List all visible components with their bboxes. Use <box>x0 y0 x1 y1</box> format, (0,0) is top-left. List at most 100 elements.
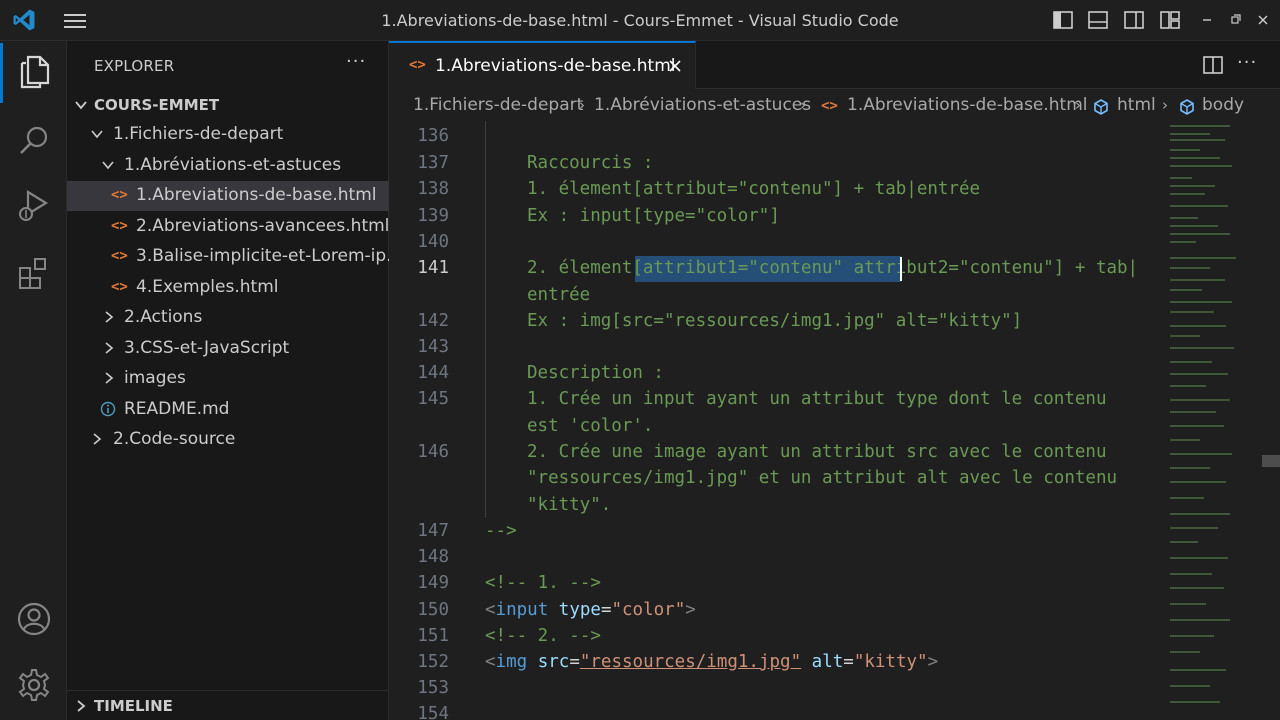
chevron-right-icon: › <box>1075 96 1081 114</box>
breadcrumb-item[interactable]: 1.Fichiers-de-depart <box>413 95 583 115</box>
tree-file-abreviations-de-base[interactable]: <> 1.Abreviations-de-base.html <box>67 181 389 211</box>
minimap[interactable] <box>1164 121 1264 720</box>
tree-folder-code-source[interactable]: 2.Code-source <box>67 425 389 455</box>
line-number: 153 <box>417 678 449 698</box>
extensions-icon <box>18 258 46 289</box>
tree-file-abreviations-avancees[interactable]: <> 2.Abreviations-avancees.html <box>67 212 389 242</box>
split-editor-icon[interactable] <box>1202 55 1224 75</box>
explorer-activity[interactable] <box>0 43 67 103</box>
title-bar: 1.Abreviations-de-base.html - Cours-Emme… <box>0 0 1280 41</box>
tree-item-label: 2.Actions <box>124 307 203 327</box>
line-number: 142 <box>417 311 449 331</box>
explorer-more-actions[interactable]: ··· <box>346 51 366 72</box>
tree-folder-abreviations-et-astuces[interactable]: 1.Abréviations-et-astuces <box>67 151 389 181</box>
tree-file-exemples[interactable]: <> 4.Exemples.html <box>67 273 389 303</box>
toggle-panel-icon[interactable] <box>1087 10 1109 30</box>
code-tag: img <box>495 652 528 672</box>
breadcrumb-item[interactable]: 1.Abréviations-et-astuces <box>594 95 811 115</box>
search-icon <box>19 126 47 154</box>
code-punct: > <box>927 652 939 672</box>
code-line-wrap: "kitty". <box>527 495 612 515</box>
toggle-primary-sidebar-icon[interactable] <box>1052 10 1074 30</box>
code-line: Description : <box>527 363 664 383</box>
line-number: 138 <box>417 179 449 199</box>
line-number: 151 <box>417 626 449 646</box>
line-number: 137 <box>417 153 449 173</box>
code-line: Ex : img[src="ressources/img1.jpg" alt="… <box>527 311 1023 331</box>
code-line-current: 2. élement[attribut1="contenu" attribut2… <box>527 258 1138 278</box>
close-icon[interactable] <box>667 58 683 74</box>
tree-file-balise-implicite[interactable]: <> 3.Balise-implicite-et-Lorem-ip... <box>67 242 389 272</box>
search-activity[interactable] <box>0 111 67 171</box>
info-icon <box>100 401 116 417</box>
html-file-icon: <> <box>821 98 838 114</box>
extensions-activity[interactable] <box>0 244 67 304</box>
tab-abreviations-de-base[interactable]: <> 1.Abreviations-de-base.html <box>389 41 696 89</box>
tree-item-label: 1.Abréviations-et-astuces <box>124 155 342 175</box>
close-window-icon[interactable] <box>1252 10 1274 30</box>
tree-item-label: 1.Abreviations-de-base.html <box>136 185 377 205</box>
timeline-section[interactable]: TIMELINE <box>67 690 389 720</box>
workspace-root-label: COURS-EMMET <box>94 96 220 114</box>
tree-folder-fichiers-de-depart[interactable]: 1.Fichiers-de-depart <box>67 120 389 150</box>
breadcrumb-item[interactable]: html <box>1117 95 1156 115</box>
tree-folder-css-et-javascript[interactable]: 3.CSS-et-JavaScript <box>67 334 389 364</box>
run-debug-icon <box>18 190 48 221</box>
code-punct: = <box>600 600 612 620</box>
files-icon <box>20 55 50 89</box>
chevron-right-icon <box>105 342 114 354</box>
customize-layout-icon[interactable] <box>1159 10 1181 30</box>
run-debug-activity[interactable] <box>0 176 67 236</box>
html-file-icon: <> <box>111 279 128 295</box>
workspace-root[interactable]: COURS-EMMET <box>67 90 389 120</box>
tree-item-label: 4.Exemples.html <box>136 277 279 297</box>
code-string-link[interactable]: "ressources/img1.jpg" <box>580 652 801 672</box>
code-punct: > <box>685 600 696 620</box>
manage-activity[interactable] <box>0 655 67 715</box>
toggle-secondary-sidebar-icon[interactable] <box>1123 10 1145 30</box>
tree-item-label: 3.Balise-implicite-et-Lorem-ip... <box>136 246 389 266</box>
tree-item-label: images <box>124 368 186 388</box>
code-tag: input <box>495 600 549 620</box>
accounts-activity[interactable] <box>0 589 67 649</box>
code-attr: type <box>558 600 601 620</box>
code-line: 1. élement[attribut="contenu"] + tab|ent… <box>527 179 981 199</box>
restore-icon[interactable] <box>1224 10 1246 30</box>
breadcrumb-item[interactable]: body <box>1202 95 1244 115</box>
chevron-right-icon <box>105 311 114 323</box>
scrollbar-thumb[interactable] <box>1262 455 1280 467</box>
code-line: 2. Crée une image ayant un attribut src … <box>527 442 1107 462</box>
code-punct: < <box>485 600 496 620</box>
tree-item-label: 2.Abreviations-avancees.html <box>136 216 389 236</box>
editor-more-actions[interactable]: ··· <box>1237 52 1257 73</box>
code-editor[interactable]: 136 137 138 139 140 141 142 143 144 145 … <box>389 121 1159 720</box>
account-icon <box>17 602 50 636</box>
tree-file-readme[interactable]: README.md <box>67 395 389 425</box>
code-line: Raccourcis : <box>527 153 654 173</box>
code-attr: alt <box>811 652 844 672</box>
line-number: 143 <box>417 337 449 357</box>
code-line-wrap: est 'color'. <box>527 416 654 436</box>
chevron-right-icon: › <box>800 96 806 114</box>
explorer-sidebar: EXPLORER ··· COURS-EMMET 1.Fichiers-de-d… <box>67 41 389 720</box>
code-punct: = <box>569 652 580 672</box>
minimize-icon[interactable] <box>1196 10 1218 30</box>
editor-area: <> 1.Abreviations-de-base.html ··· 1.Fic… <box>389 41 1280 720</box>
html-file-icon: <> <box>111 248 128 264</box>
explorer-title: EXPLORER <box>94 57 175 75</box>
code-line: 1. Crée un input ayant un attribut type … <box>527 389 1107 409</box>
code-string: "color" <box>611 600 686 620</box>
line-number: 136 <box>417 126 449 146</box>
tree-folder-images[interactable]: images <box>67 364 389 394</box>
text-cursor <box>900 257 902 281</box>
symbol-element-icon <box>1094 99 1108 115</box>
breadcrumb-item[interactable]: 1.Abreviations-de-base.html <box>847 95 1088 115</box>
html-file-icon: <> <box>111 187 128 203</box>
gear-icon <box>18 669 49 701</box>
chevron-right-icon <box>77 700 86 712</box>
tree-folder-actions[interactable]: 2.Actions <box>67 303 389 333</box>
code-line: <input type="color"> <box>485 600 696 620</box>
code-line-wrap: entrée <box>527 285 591 305</box>
code-line: <!-- 1. --> <box>485 573 601 593</box>
activity-bar <box>0 41 67 720</box>
